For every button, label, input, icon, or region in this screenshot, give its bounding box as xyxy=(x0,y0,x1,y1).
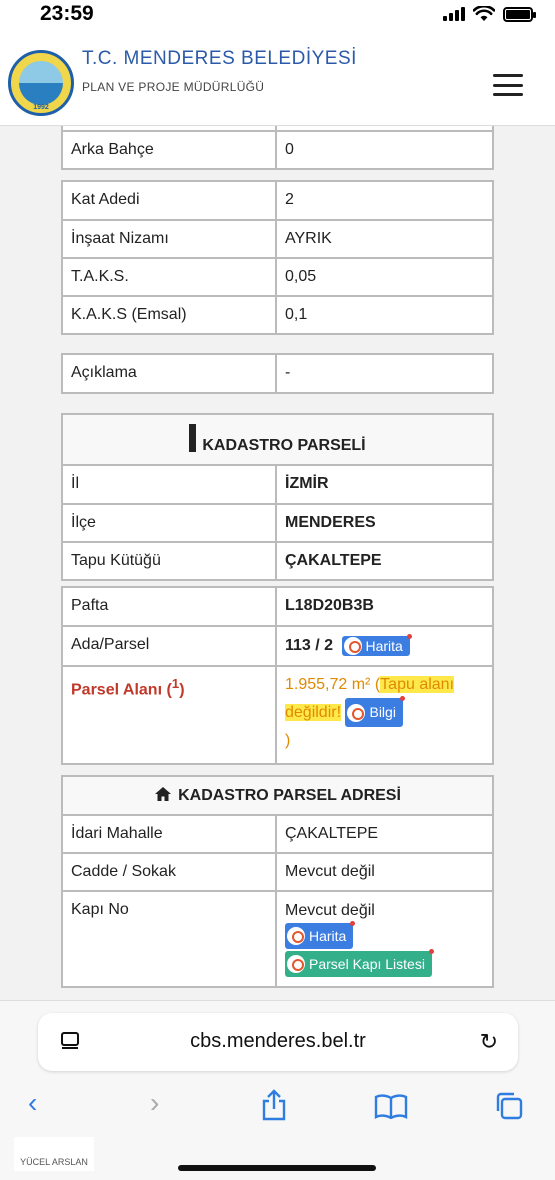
row-value: 0 xyxy=(285,141,294,158)
grid-icon xyxy=(189,424,197,452)
row-label: Tapu Kütüğü xyxy=(63,543,277,579)
parsel-alani-value: 1.955,72 m² (Tapu alanı değildir! Bilgi … xyxy=(285,676,455,749)
forward-icon[interactable]: › xyxy=(150,1087,159,1119)
row-label: Arka Bahçe xyxy=(63,132,277,168)
row-label: İlçe xyxy=(63,505,277,541)
table-row: Arka Bahçe 0 xyxy=(63,130,492,168)
setback-table: Arka Bahçe 0 xyxy=(61,126,494,170)
building-table: Kat Adedi 2 İnşaat Nizamı AYRIK T.A.K.S.… xyxy=(61,180,494,335)
row-label: Açıklama xyxy=(63,355,277,392)
share-icon[interactable] xyxy=(260,1089,288,1121)
table-row: Parsel Alanı (1) 1.955,72 m² (Tapu alanı… xyxy=(63,665,492,763)
page-content: Arka Bahçe 0 Kat Adedi 2 İnşaat Nizamı A… xyxy=(0,126,555,1000)
bilgi-button-label: Bilgi xyxy=(369,704,396,720)
map-marker-icon xyxy=(287,927,305,945)
table-row: İdari Mahalle ÇAKALTEPE xyxy=(63,814,492,852)
description-table: Açıklama - xyxy=(61,353,494,394)
row-value: İZMİR xyxy=(285,475,329,492)
map-marker-icon xyxy=(343,637,362,655)
status-icons xyxy=(443,6,536,22)
bookmarks-icon[interactable] xyxy=(374,1093,408,1119)
signal-icon xyxy=(443,7,465,21)
plus-circle-icon xyxy=(287,955,305,973)
row-value: MENDERES xyxy=(285,514,376,531)
row-label: İdari Mahalle xyxy=(63,816,277,852)
hamburger-menu-icon[interactable] xyxy=(493,74,523,96)
table-row: Kat Adedi 2 xyxy=(63,182,492,219)
row-value: Mevcut değil xyxy=(285,863,375,880)
kadastro-header-label: KADASTRO PARSELİ xyxy=(202,437,366,454)
table-row: Açıklama - xyxy=(63,355,492,392)
harita-button-label: Harita xyxy=(309,928,347,944)
reload-icon[interactable]: ↻ xyxy=(480,1029,498,1055)
table-row xyxy=(63,126,492,130)
kapi-no-value: Mevcut değil xyxy=(285,902,375,919)
row-value: ÇAKALTEPE xyxy=(285,825,379,842)
status-time: 23:59 xyxy=(40,2,94,25)
home-icon xyxy=(155,787,172,801)
table-row: K.A.K.S (Emsal) 0,1 xyxy=(63,295,492,333)
row-value: 113 / 2 Harita xyxy=(277,627,492,665)
row-value: 2 xyxy=(285,191,294,208)
site-header: 1992 T.C. MENDERES BELEDİYESİ PLAN VE PR… xyxy=(0,34,555,126)
home-indicator xyxy=(178,1165,376,1171)
battery-icon xyxy=(503,6,536,22)
bilgi-button[interactable]: Bilgi xyxy=(345,696,405,727)
row-label: T.A.K.S. xyxy=(63,259,277,295)
parsel-kapi-listesi-button[interactable]: Parsel Kapı Listesi xyxy=(285,949,434,977)
tabs-icon[interactable] xyxy=(494,1091,524,1121)
row-value: Mevcut değil Harita Parsel Kapı Listesi xyxy=(277,892,492,986)
area-value: 1.955,72 m² xyxy=(285,676,371,693)
row-label: Pafta xyxy=(63,588,277,625)
row-value: 0,1 xyxy=(285,306,308,323)
parsel-alani-label: Parsel Alanı (1) xyxy=(63,667,277,763)
table-row: Tapu Kütüğü ÇAKALTEPE xyxy=(63,541,492,579)
browser-toolbar: cbs.menderes.bel.tr ↻ ‹ › YÜCEL ARSLAN xyxy=(0,1000,555,1180)
row-label: Kapı No xyxy=(63,892,277,986)
row-value: 0,05 xyxy=(285,268,317,285)
kadastro-parcel-table: Pafta L18D20B3B Ada/Parsel 113 / 2 Harit… xyxy=(61,586,494,765)
table-row: İlçe MENDERES xyxy=(63,503,492,541)
adres-header-label: KADASTRO PARSEL ADRESİ xyxy=(178,787,401,804)
table-row: T.A.K.S. 0,05 xyxy=(63,257,492,295)
wifi-icon xyxy=(473,6,495,21)
table-row: İl İZMİR xyxy=(63,466,492,503)
row-label: İnşaat Nizamı xyxy=(63,221,277,257)
table-row: Pafta L18D20B3B xyxy=(63,588,492,625)
adres-table: KADASTRO PARSEL ADRESİ İdari Mahalle ÇAK… xyxy=(61,775,494,988)
back-icon[interactable]: ‹ xyxy=(28,1087,37,1119)
kadastro-location-table: İl İZMİR İlçe MENDERES Tapu Kütüğü ÇAKAL… xyxy=(61,464,494,581)
site-subtitle: PLAN VE PROJE MÜDÜRLÜĞÜ xyxy=(82,80,265,94)
site-title: T.C. MENDERES BELEDİYESİ xyxy=(82,48,357,69)
row-label: Ada/Parsel xyxy=(63,627,277,665)
kadastro-header: KADASTRO PARSELİ xyxy=(63,415,492,464)
photographer-watermark: YÜCEL ARSLAN xyxy=(14,1137,94,1171)
table-row: Cadde / Sokak Mevcut değil xyxy=(63,852,492,890)
row-label: Kat Adedi xyxy=(63,182,277,219)
row-value: L18D20B3B xyxy=(285,597,374,614)
url-text: cbs.menderes.bel.tr xyxy=(190,1030,366,1052)
adres-header: KADASTRO PARSEL ADRESİ xyxy=(63,777,492,814)
municipality-logo[interactable]: 1992 xyxy=(8,50,74,116)
row-label: İl xyxy=(63,466,277,503)
row-value: - xyxy=(285,364,291,381)
table-row: İnşaat Nizamı AYRIK xyxy=(63,219,492,257)
status-bar: 23:59 xyxy=(0,0,555,34)
adres-harita-button[interactable]: Harita xyxy=(285,921,356,949)
table-row: Kapı No Mevcut değil Harita Parsel Kapı … xyxy=(63,890,492,986)
row-label: Cadde / Sokak xyxy=(63,854,277,890)
table-row: Ada/Parsel 113 / 2 Harita xyxy=(63,625,492,665)
harita-button-label: Harita xyxy=(365,638,403,654)
row-value: AYRIK xyxy=(285,230,332,247)
row-value: ÇAKALTEPE xyxy=(285,552,382,569)
ada-parsel-value: 113 / 2 xyxy=(285,637,334,655)
address-bar[interactable]: cbs.menderes.bel.tr ↻ xyxy=(38,1013,518,1071)
info-marker-icon xyxy=(347,703,366,722)
liste-button-label: Parsel Kapı Listesi xyxy=(309,956,425,972)
kadastro-header-box: KADASTRO PARSELİ xyxy=(61,413,494,466)
logo-year: 1992 xyxy=(33,104,49,111)
row-label: K.A.K.S (Emsal) xyxy=(63,297,277,333)
harita-button[interactable]: Harita xyxy=(341,634,412,656)
